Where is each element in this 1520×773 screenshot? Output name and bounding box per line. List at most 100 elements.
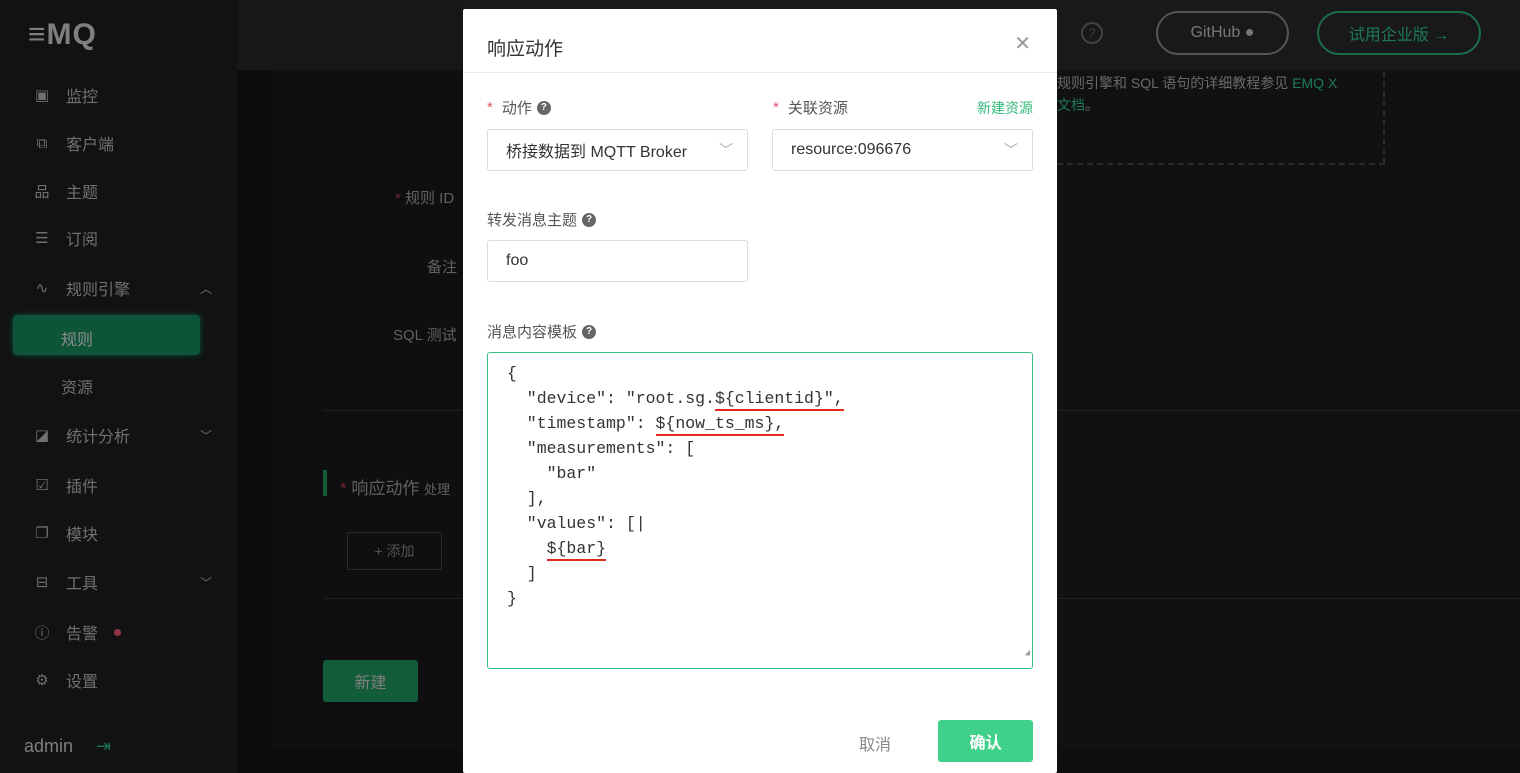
sidebar-item-label: 设置 (66, 674, 99, 691)
emq-logo: ≡MQ (28, 18, 97, 51)
code-text: "device": "root.sg. (507, 389, 715, 408)
sidebar-item-rule-engine[interactable]: ∿ 规则引擎 ︿ (32, 276, 212, 300)
code-line: ${bar} (507, 536, 1032, 561)
sidebar-item-label: 统计分析 (66, 429, 131, 446)
sidebar-item-label: 主题 (66, 185, 99, 202)
sidebar-item-topics[interactable]: 品主题 (32, 179, 98, 203)
dialog-title: 响应动作 (487, 39, 564, 60)
code-text: { (507, 364, 517, 383)
sidebar-item-label: 监控 (66, 89, 99, 106)
response-action-dialog: 响应动作 ✕ * 动作? 桥接数据到 MQTT Broker ﹀ * 关联资源 新建资… (463, 9, 1057, 773)
code-line: "bar" (507, 461, 1032, 486)
highlighted-placeholder: ${now_ts_ms}, (655, 414, 785, 436)
code-line: "timestamp": ${now_ts_ms}, (507, 411, 1032, 436)
docs-link[interactable]: 文档 (1057, 97, 1085, 113)
help-icon[interactable]: ? (582, 212, 597, 227)
cancel-button[interactable]: 取消 (859, 731, 891, 755)
create-button[interactable]: 新建 (323, 660, 418, 702)
chevron-down-icon[interactable]: ﹀ (200, 574, 212, 591)
sidebar: ≡MQ ▣ 监控 ⧉ 客户端品主题 ☰ 订阅 ∿ 规则引擎 ︿ ◪ 统计分析 ﹀ ☑ 插件 ❐ 模块 ⊟ 工具 ﹀ ⓘ… (0, 0, 237, 773)
alarm-icon: ⓘ (34, 624, 50, 642)
chevron-down-icon: ﹀ (719, 142, 733, 158)
code-text: ] (507, 564, 537, 583)
action-select-value: 桥接数据到 MQTT Broker (506, 144, 688, 161)
sidebar-item-label: 订阅 (66, 232, 99, 249)
notice-text: 规则引擎和 SQL 语句的详细教程参见 (1057, 75, 1293, 91)
dashed-border (1057, 163, 1385, 165)
github-icon: ● (1244, 24, 1255, 41)
chevron-up-icon[interactable]: ︿ (200, 280, 212, 297)
action-select[interactable]: 桥接数据到 MQTT Broker ﹀ (487, 129, 748, 171)
code-line: "values": [| (507, 511, 1032, 536)
template-textarea[interactable]: { "device": "root.sg.${clientid}", "time… (487, 352, 1033, 669)
help-icon[interactable]: ? (582, 324, 597, 339)
code-text: "bar" (507, 464, 597, 483)
analytics-icon: ◪ (34, 427, 50, 444)
dashed-border (1383, 72, 1385, 164)
code-line: "measurements": [ (507, 436, 1032, 461)
monitor-icon: ▣ (34, 87, 50, 104)
sidebar-item-label: 模块 (66, 527, 99, 544)
sidebar-item-label: 规则引擎 (66, 282, 131, 299)
logout-icon[interactable]: ⇥ (96, 736, 111, 757)
chevron-down-icon[interactable]: ﹀ (200, 427, 212, 444)
code-text: "measurements": [ (507, 439, 696, 458)
tools-icon: ⊟ (35, 574, 49, 591)
note-label: 备注 (427, 259, 458, 276)
code-text: "values": [| (507, 514, 646, 533)
enterprise-trial-button[interactable]: 试用企业版 → (1317, 11, 1481, 55)
github-button[interactable]: GitHub ● (1156, 11, 1289, 55)
resource-select[interactable]: resource:096676 ﹀ (772, 129, 1033, 171)
code-line: "device": "root.sg.${clientid}", (507, 386, 1032, 411)
emqx-link[interactable]: EMQ X (1292, 75, 1337, 91)
sidebar-item-resources[interactable]: 资源 (61, 374, 93, 398)
sidebar-item-label: 客户端 (66, 137, 115, 154)
sidebar-item-settings[interactable]: ⚙ 设置 (32, 668, 98, 692)
help-icon[interactable]: ? (536, 100, 551, 115)
sidebar-item-subscriptions[interactable]: ☰ 订阅 (32, 226, 98, 250)
actions-section-title: * 响应动作 处理 (340, 479, 451, 498)
sidebar-item-clients[interactable]: ⧉ 客户端 (32, 131, 114, 155)
code-line: ] (507, 561, 1032, 586)
sidebar-item-analytics[interactable]: ◪ 统计分析 ﹀ (32, 423, 212, 447)
resource-select-value: resource:096676 (791, 141, 912, 158)
sidebar-item-modules[interactable]: ❐ 模块 (32, 521, 98, 545)
sidebar-item-rules[interactable]: 规则 (13, 315, 200, 355)
close-icon[interactable]: ✕ (1014, 31, 1031, 56)
rule-id-label: * 规则 ID (395, 190, 455, 207)
section-marker (323, 470, 327, 496)
highlighted-placeholder: ${bar} (546, 539, 607, 561)
topic-label: 转发消息主题? (487, 209, 597, 230)
settings-icon: ⚙ (35, 672, 49, 689)
code-line: } (507, 586, 1032, 611)
notice-end: 。 (1085, 97, 1099, 113)
help-icon[interactable]: ? (1081, 22, 1103, 44)
code-text: ], (507, 489, 547, 508)
topic-input[interactable]: foo (487, 240, 748, 282)
resource-label: * 关联资源 (773, 99, 848, 117)
action-label: * 动作? (487, 97, 551, 118)
sidebar-item-label: 插件 (66, 479, 99, 496)
rule-engine-notice: 规则引擎和 SQL 语句的详细教程参见 EMQ X 文档。 (1057, 72, 1337, 116)
sidebar-item-tools[interactable]: ⊟ 工具 ﹀ (32, 570, 212, 594)
topics-icon: 品 (34, 183, 50, 201)
sidebar-item-label: 告警 (66, 626, 99, 643)
confirm-button[interactable]: 确认 (938, 720, 1033, 762)
sidebar-item-monitor[interactable]: ▣ 监控 (32, 83, 98, 107)
subscriptions-icon: ☰ (35, 230, 49, 247)
code-line: ], (507, 486, 1032, 511)
template-label: 消息内容模板? (487, 321, 597, 342)
sidebar-item-label: 工具 (66, 576, 99, 593)
add-action-button[interactable]: + 添加 (347, 532, 442, 570)
new-resource-link[interactable]: 新建资源 (977, 98, 1033, 118)
resize-handle[interactable]: ◢ (1025, 641, 1030, 666)
highlighted-placeholder: ${clientid}", (714, 389, 844, 411)
username: admin (24, 736, 74, 756)
code-text: } (507, 589, 517, 608)
sidebar-item-plugins[interactable]: ☑ 插件 (32, 473, 98, 497)
chevron-down-icon: ﹀ (1004, 142, 1018, 158)
sidebar-item-alarm[interactable]: ⓘ 告警 (32, 620, 122, 644)
clients-icon: ⧉ (36, 134, 48, 152)
code-text: "timestamp": (507, 414, 656, 433)
